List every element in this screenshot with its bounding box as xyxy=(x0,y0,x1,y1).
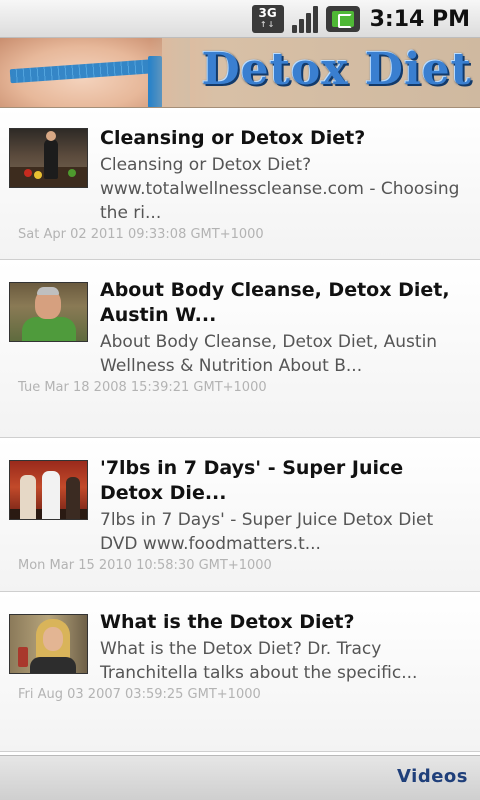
video-list: Cleansing or Detox Diet? Cleansing or De… xyxy=(0,108,480,755)
signal-strength-icon xyxy=(291,5,318,33)
video-date: Fri Aug 03 2007 03:59:25 GMT+1000 xyxy=(18,687,261,702)
video-list-item[interactable]: Cleansing or Detox Diet? Cleansing or De… xyxy=(0,108,480,260)
videos-tab-link[interactable]: Videos xyxy=(397,766,468,787)
status-icons: 3G ↑↓ 3:14 PM xyxy=(251,4,470,34)
network-activity: ↑↓ xyxy=(259,20,276,29)
measuring-tape-icon xyxy=(9,58,161,84)
video-title: Cleansing or Detox Diet? xyxy=(100,127,366,149)
video-title: '7lbs in 7 Days' - Super Juice Detox Die… xyxy=(100,457,404,504)
video-list-item[interactable]: What is the Detox Diet? What is the Deto… xyxy=(0,592,480,752)
video-thumbnail xyxy=(9,614,88,674)
video-date: Mon Mar 15 2010 10:58:30 GMT+1000 xyxy=(18,558,272,573)
video-thumbnail xyxy=(9,128,88,188)
video-date: Sat Apr 02 2011 09:33:08 GMT+1000 xyxy=(18,227,264,242)
status-clock: 3:14 PM xyxy=(369,6,470,32)
network-3g-icon: 3G ↑↓ xyxy=(251,5,284,33)
banner-photo-waist-tape xyxy=(0,38,162,107)
video-list-item[interactable]: About Body Cleanse, Detox Diet, Austin W… xyxy=(0,260,480,438)
video-description: What is the Detox Diet? Dr. Tracy Tranch… xyxy=(100,639,418,683)
bottom-bar: Videos xyxy=(0,755,480,800)
video-list-item[interactable]: '7lbs in 7 Days' - Super Juice Detox Die… xyxy=(0,438,480,592)
header-banner: Detox Diet xyxy=(0,38,480,108)
network-label: 3G xyxy=(258,6,277,20)
video-thumbnail xyxy=(9,282,88,342)
video-description: 7lbs in 7 Days' - Super Juice Detox Diet… xyxy=(100,510,434,554)
video-title: What is the Detox Diet? xyxy=(100,611,355,633)
video-description: Cleansing or Detox Diet? www.totalwellne… xyxy=(100,155,460,223)
video-description: About Body Cleanse, Detox Diet, Austin W… xyxy=(100,332,438,376)
banner-title: Detox Diet xyxy=(201,44,472,95)
status-bar: 3G ↑↓ 3:14 PM xyxy=(0,0,480,38)
video-date: Tue Mar 18 2008 15:39:21 GMT+1000 xyxy=(18,380,267,395)
video-thumbnail xyxy=(9,460,88,520)
video-title: About Body Cleanse, Detox Diet, Austin W… xyxy=(100,279,450,326)
battery-charging-icon xyxy=(325,6,360,32)
